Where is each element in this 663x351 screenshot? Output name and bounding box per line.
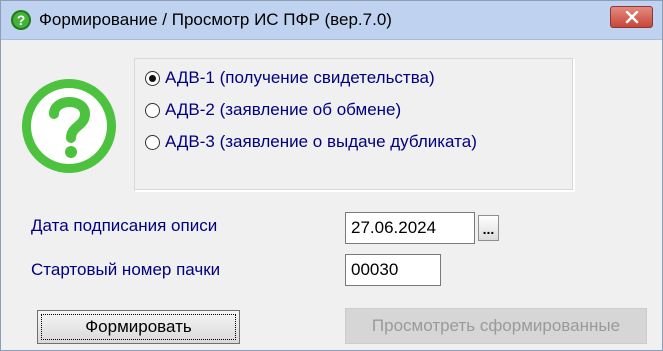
view-generated-button: Просмотреть сформированные bbox=[345, 308, 647, 344]
title-bar[interactable]: ? Формирование / Просмотр ИС ПФР (вер.7.… bbox=[1, 1, 662, 40]
start-number-input[interactable]: 00030 bbox=[345, 254, 441, 286]
radio-adv3[interactable]: АДВ-3 (заявление о выдаче дубликата) bbox=[145, 129, 477, 155]
help-circle-icon: ? bbox=[10, 9, 32, 31]
radio-label: АДВ-1 (получение свидетельства) bbox=[165, 68, 435, 87]
date-input[interactable]: 27.06.2024 bbox=[345, 212, 475, 244]
radio-button-checked[interactable] bbox=[145, 70, 160, 86]
radio-label: АДВ-2 (заявление об обмене) bbox=[165, 100, 402, 119]
question-mark-icon bbox=[19, 76, 119, 176]
date-label: Дата подписания описи bbox=[31, 216, 218, 235]
window-title: Формирование / Просмотр ИС ПФР (вер.7.0) bbox=[39, 10, 392, 29]
radio-adv1[interactable]: АДВ-1 (получение свидетельства) bbox=[145, 65, 435, 91]
radio-button[interactable] bbox=[145, 134, 160, 150]
radio-adv2[interactable]: АДВ-2 (заявление об обмене) bbox=[145, 97, 401, 123]
start-number-label: Стартовый номер пачки bbox=[31, 260, 221, 279]
form-button[interactable]: Формировать bbox=[37, 310, 240, 344]
radio-button[interactable] bbox=[145, 102, 160, 118]
close-button[interactable] bbox=[610, 6, 653, 28]
report-type-group: АДВ-1 (получение свидетельства) АДВ-2 (з… bbox=[134, 58, 574, 191]
date-picker-button[interactable]: ... bbox=[478, 215, 499, 241]
svg-text:?: ? bbox=[17, 12, 26, 28]
close-icon bbox=[625, 11, 639, 24]
dialog-window: ? Формирование / Просмотр ИС ПФР (вер.7.… bbox=[0, 0, 663, 351]
radio-label: АДВ-3 (заявление о выдаче дубликата) bbox=[165, 132, 477, 151]
